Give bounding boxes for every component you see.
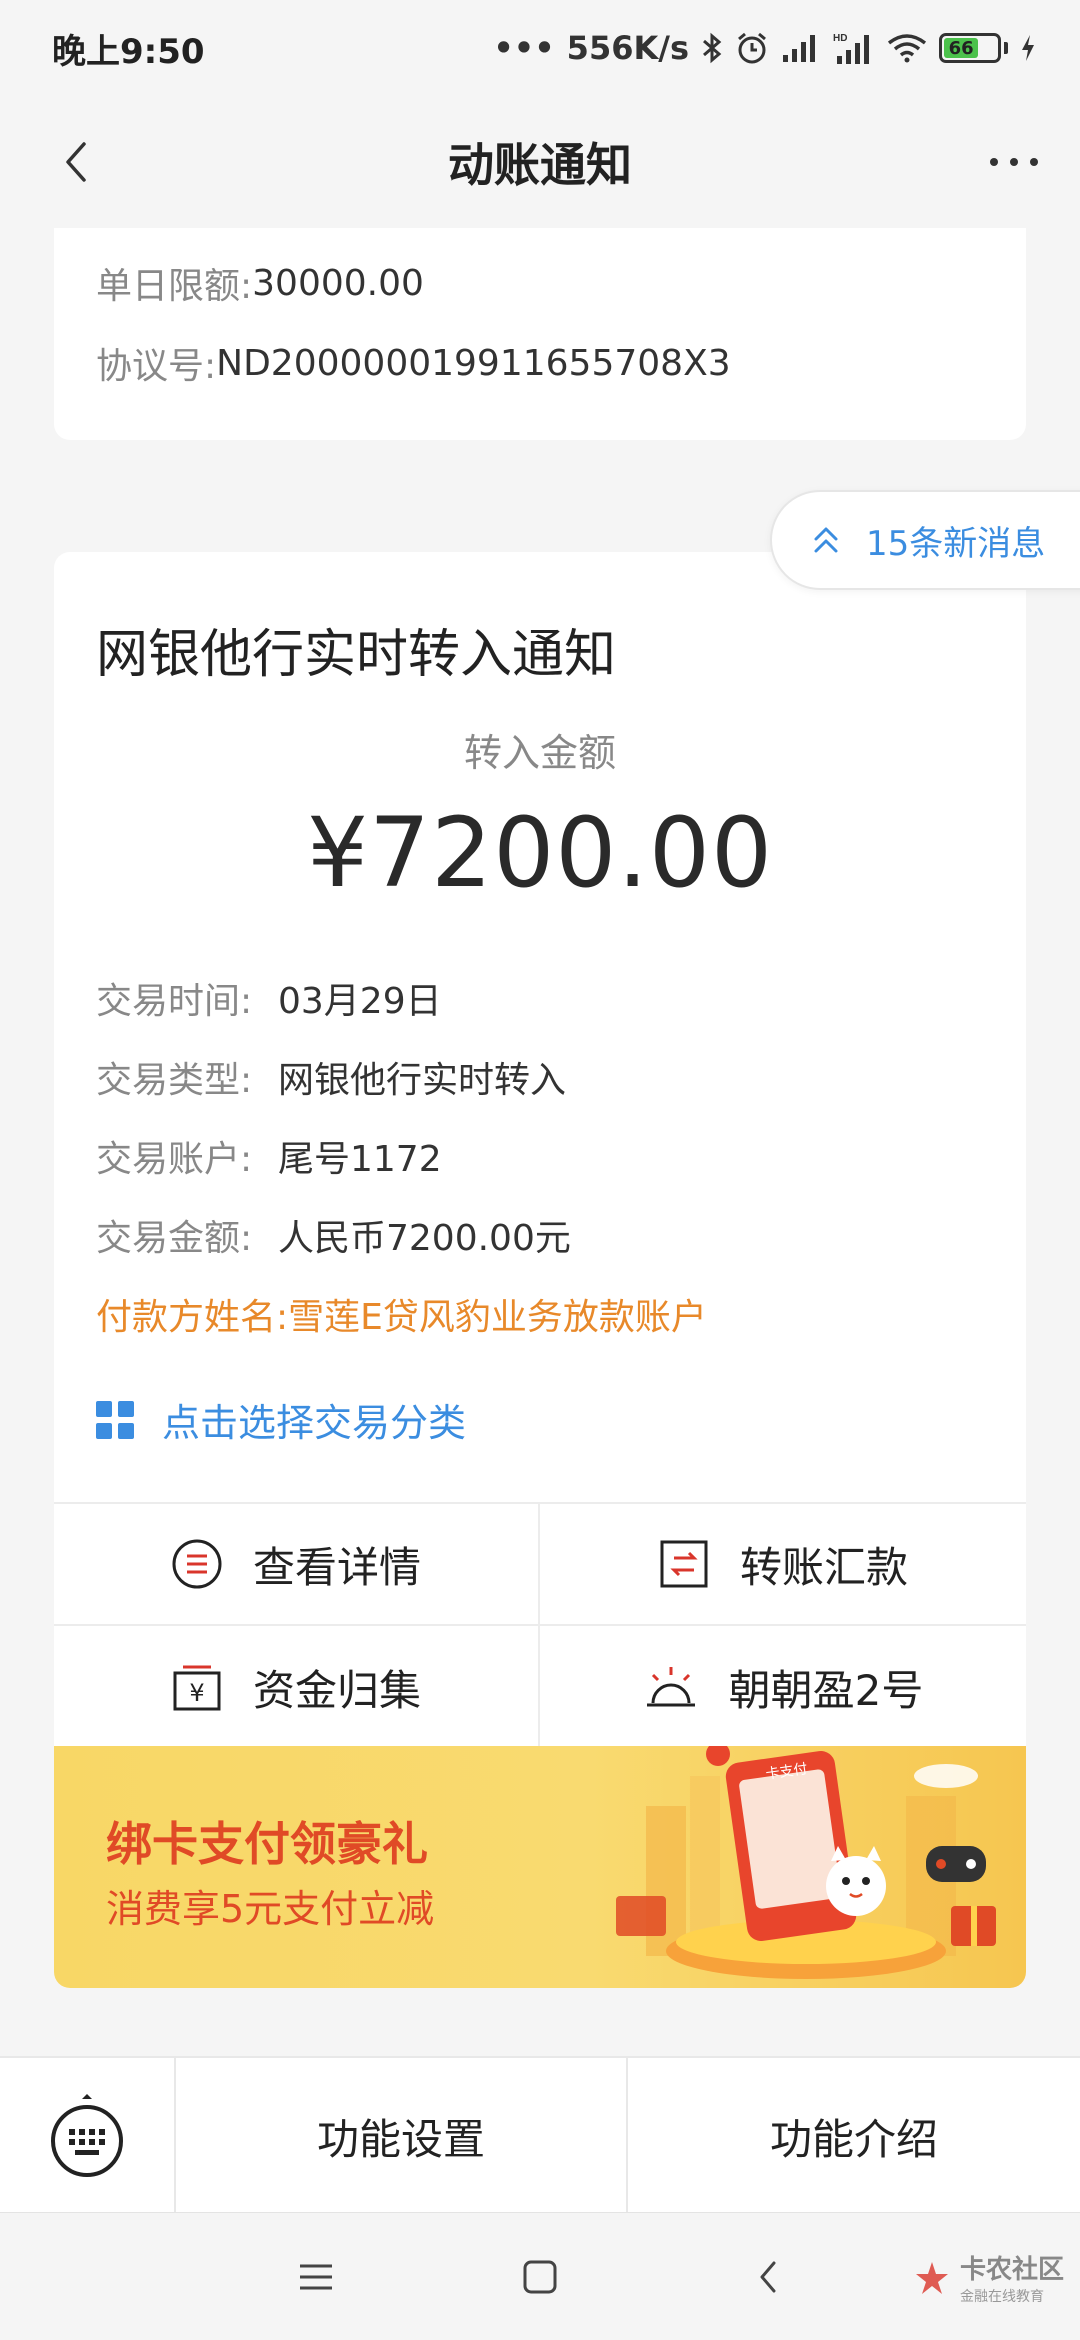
battery-level: 66 [944, 38, 979, 59]
promo-subline: 消费享5元支付立减 [106, 1887, 435, 1931]
list-icon [172, 1539, 222, 1589]
detail-row-account: 交易账户: 尾号1172 [96, 1139, 442, 1180]
menu-icon [300, 2264, 332, 2290]
keyboard-icon [51, 2094, 123, 2177]
amount-value: ¥7200.00 [306, 797, 774, 909]
transaction-details: 交易时间: 03月29日 交易类型: 网银他行实时转入 交易账户: 尾号1172… [96, 972, 996, 1340]
new-messages-label: 15条新消息 [866, 523, 1046, 564]
watermark-name: 卡农社区 [959, 2255, 1064, 2285]
watermark: 卡农社区 金融在线教育 [912, 2249, 1064, 2306]
fund-collection-button[interactable]: ¥ 资金归集 [54, 1626, 540, 1748]
detail-row-time: 交易时间: 03月29日 [96, 981, 442, 1022]
transfer-button[interactable]: 转账汇款 [540, 1504, 1026, 1626]
action-grid: 查看详情 转账汇款 ¥ 资金归集 朝朝盈2号 [54, 1502, 1026, 1748]
double-chevron-up-icon [814, 527, 838, 553]
grid-icon [96, 1400, 134, 1439]
hd-signal-icon: HD [833, 31, 875, 65]
previous-notice-card: 单日限额: 30000.00 协议号: ND200000019911655708… [54, 228, 1026, 440]
status-bar: 晚上9:50 ••• 556K/s HD 66 [0, 0, 1080, 96]
daily-limit: 单日限额: 30000.00 [96, 262, 424, 308]
more-button[interactable] [978, 126, 1050, 198]
amount-label: 转入金额 [463, 731, 616, 775]
menu-nav-button[interactable] [286, 2247, 346, 2307]
svg-text:HD: HD [833, 33, 847, 44]
detail-row-type: 交易类型: 网银他行实时转入 [96, 1060, 567, 1101]
back-triangle-icon [760, 2261, 776, 2293]
chevron-left-icon [66, 142, 86, 182]
system-nav-bar: 卡农社区 金融在线教育 [0, 2212, 1080, 2340]
money-box-icon: ¥ [173, 1665, 221, 1711]
home-nav-button[interactable] [510, 2247, 570, 2307]
watermark-tagline: 金融在线教育 [959, 2289, 1044, 2305]
charging-icon [1020, 34, 1036, 62]
promo-banner[interactable]: 绑卡支付领豪礼 消费享5元支付立减 卡支付 [54, 1746, 1026, 1988]
detail-row-payer: 付款方姓名: 雪莲E贷风豹业务放款账户 [96, 1297, 707, 1338]
detail-row-amount: 交易金额: 人民币7200.00元 [96, 1218, 571, 1259]
more-dots-icon [990, 158, 1038, 166]
function-settings-button[interactable]: 功能设置 [176, 2058, 628, 2214]
bluetooth-icon [701, 32, 723, 64]
svg-text:¥: ¥ [189, 1679, 204, 1707]
notice-title: 网银他行实时转入通知 [96, 625, 617, 685]
transfer-icon [660, 1540, 708, 1588]
page-title: 动账通知 [448, 138, 632, 192]
kanong-logo-icon [915, 2261, 948, 2294]
back-nav-button[interactable] [738, 2247, 798, 2307]
function-bar: 功能设置 功能介绍 [0, 2056, 1080, 2214]
status-icons: ••• 556K/s HD 66 [493, 29, 1036, 67]
agreement-number: 协议号: ND200000019911655708X3 [96, 342, 731, 388]
wifi-icon [887, 33, 927, 63]
category-link[interactable]: 点击选择交易分类 [96, 1392, 466, 1447]
view-details-button[interactable]: 查看详情 [54, 1504, 540, 1626]
alarm-icon [735, 31, 769, 65]
keyboard-toggle-button[interactable] [0, 2058, 176, 2214]
status-time: 晚上9:50 [52, 31, 205, 72]
signal-icon [781, 33, 821, 63]
network-speed: 556K/s [566, 29, 689, 67]
promo-illustration: 卡支付 [616, 1746, 996, 1979]
function-intro-button[interactable]: 功能介绍 [628, 2058, 1080, 2214]
new-messages-button[interactable]: 15条新消息 [770, 490, 1080, 590]
nav-bar: 动账通知 [0, 96, 1080, 228]
transfer-notice-card: 网银他行实时转入通知 转入金额 ¥7200.00 交易时间: 03月29日 交易… [54, 552, 1026, 1988]
dots-icon: ••• [493, 29, 555, 67]
sunrise-icon [646, 1667, 695, 1707]
back-button[interactable] [40, 126, 112, 198]
promo-headline: 绑卡支付领豪礼 [106, 1817, 428, 1871]
battery-icon: 66 [939, 33, 1008, 63]
home-square-icon [523, 2260, 557, 2294]
zhaozhaoying-button[interactable]: 朝朝盈2号 [540, 1626, 1026, 1748]
